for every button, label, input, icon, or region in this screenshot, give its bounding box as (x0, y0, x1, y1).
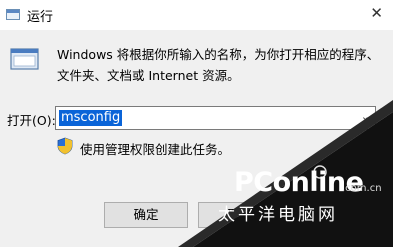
watermark-domain: .com.cn (342, 183, 382, 194)
watermark-chinese: 太平洋电脑网 (218, 205, 338, 225)
